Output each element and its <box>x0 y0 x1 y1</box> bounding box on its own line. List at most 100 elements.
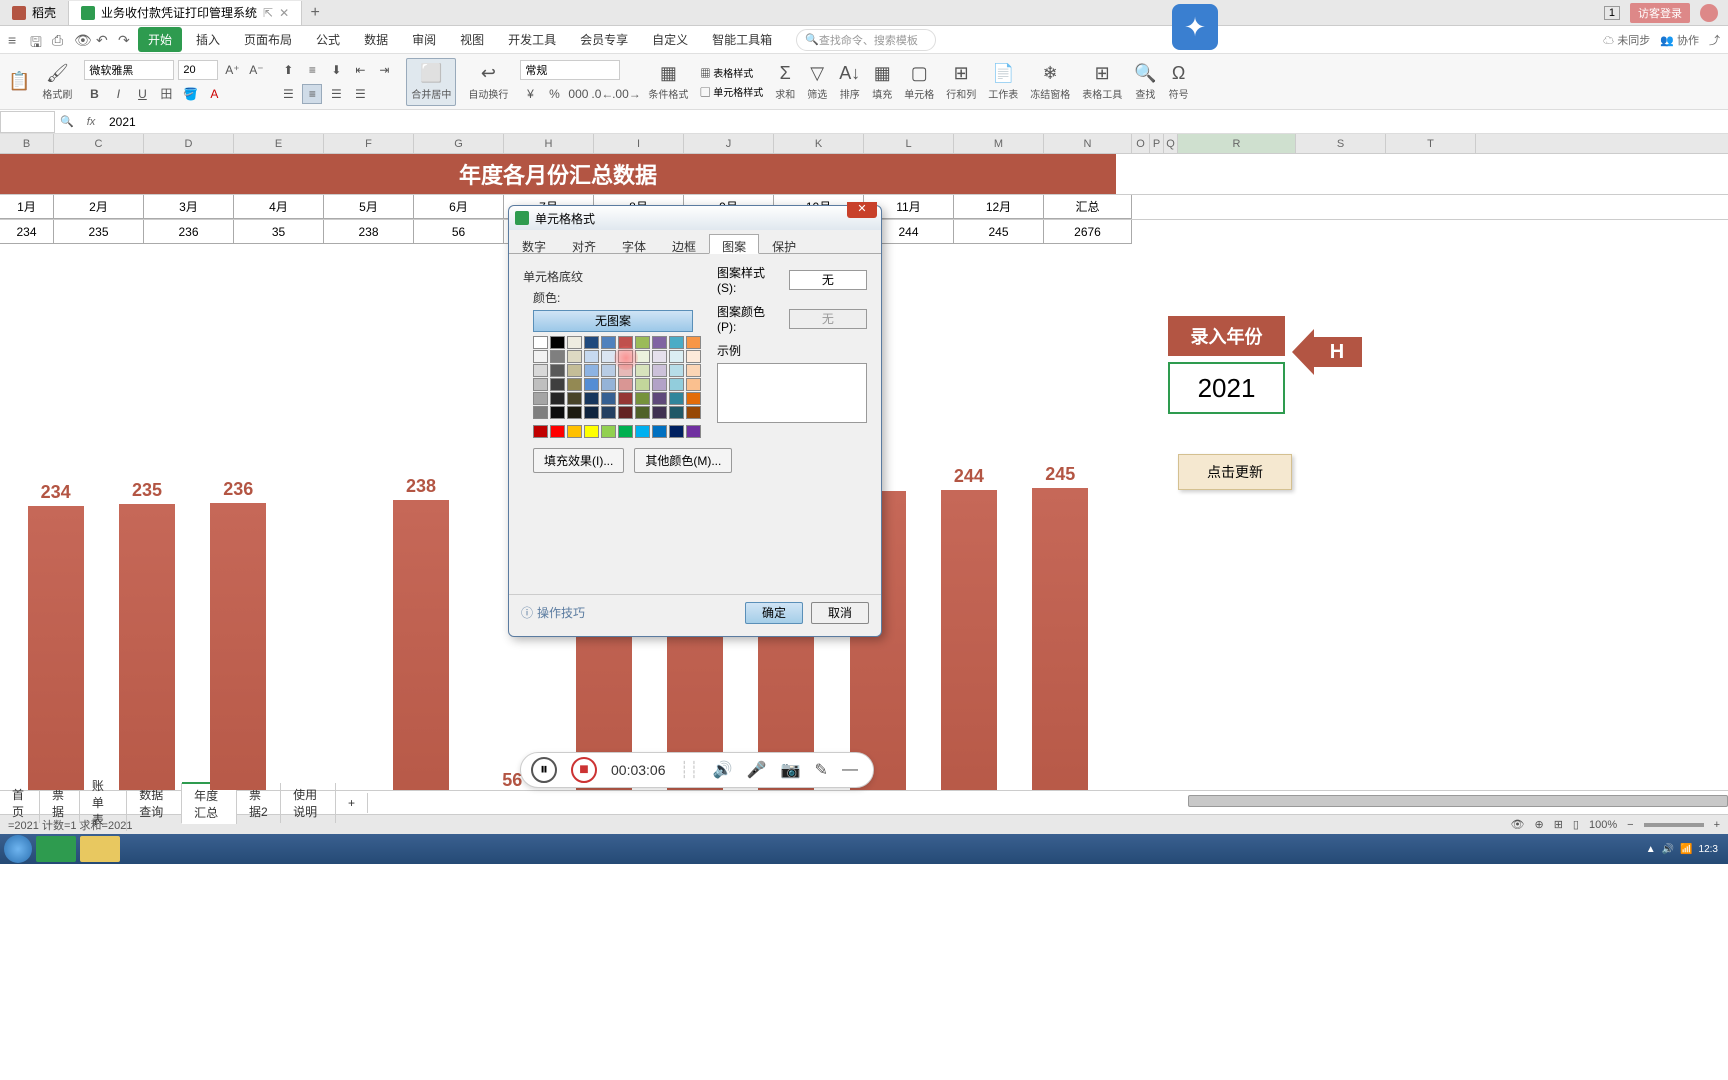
col-header-K[interactable]: K <box>774 134 864 153</box>
color-swatch[interactable] <box>550 350 565 363</box>
col-header-F[interactable]: F <box>324 134 414 153</box>
col-header-M[interactable]: M <box>954 134 1044 153</box>
color-swatch[interactable] <box>567 336 582 349</box>
sort[interactable]: A↓排序 <box>839 63 860 101</box>
menu-dev[interactable]: 开发工具 <box>498 27 566 52</box>
color-swatch[interactable] <box>686 350 701 363</box>
color-swatch[interactable] <box>550 378 565 391</box>
color-swatch[interactable] <box>652 406 667 419</box>
month-header[interactable]: 3月 <box>144 195 234 219</box>
color-swatch[interactable] <box>669 350 684 363</box>
value-cell[interactable]: 235 <box>54 220 144 244</box>
pattern-style-select[interactable]: 无 <box>789 270 867 290</box>
color-swatch[interactable] <box>567 425 582 438</box>
auto-wrap[interactable]: ↩自动换行 <box>468 63 508 101</box>
preview-icon[interactable]: 👁 <box>74 32 90 48</box>
color-swatch[interactable] <box>686 392 701 405</box>
color-swatch[interactable] <box>618 378 633 391</box>
color-swatch[interactable] <box>652 392 667 405</box>
dialog-tab-0[interactable]: 数字 <box>509 234 559 253</box>
more-colors-button[interactable]: 其他颜色(M)... <box>634 448 732 473</box>
start-button[interactable] <box>4 835 32 863</box>
page-icon[interactable]: ▯ <box>1573 818 1579 831</box>
tips-link[interactable]: ⓘ 操作技巧 <box>521 604 585 621</box>
find[interactable]: 🔍查找 <box>1134 63 1156 101</box>
font-color-icon[interactable]: A <box>204 84 224 104</box>
webcam-icon[interactable]: 📷 <box>781 760 801 780</box>
add-tab-button[interactable]: + <box>302 4 328 22</box>
paste-group[interactable]: 📋 <box>8 71 30 92</box>
indent-dec-icon[interactable]: ⇤ <box>350 60 370 80</box>
color-swatch[interactable] <box>601 336 616 349</box>
italic-icon[interactable]: I <box>108 84 128 104</box>
color-swatch[interactable] <box>584 392 599 405</box>
color-swatch[interactable] <box>618 364 633 377</box>
color-swatch[interactable] <box>533 350 548 363</box>
dialog-tab-1[interactable]: 对齐 <box>559 234 609 253</box>
border-icon[interactable]: 田 <box>156 84 176 104</box>
task-wps[interactable] <box>36 836 76 862</box>
fill-effects-button[interactable]: 填充效果(I)... <box>533 448 624 473</box>
value-cell[interactable]: 2676 <box>1044 220 1132 244</box>
tab-document[interactable]: 业务收付款凭证打印管理系统 ⇱ ✕ <box>69 1 302 25</box>
month-header[interactable]: 12月 <box>954 195 1044 219</box>
cell-style[interactable]: ▢ 单元格样式 <box>700 84 763 99</box>
share-button[interactable]: ⤴ <box>1709 32 1720 48</box>
no-pattern-button[interactable]: 无图案 <box>533 310 693 332</box>
color-swatch[interactable] <box>669 392 684 405</box>
align-left-icon[interactable]: ☰ <box>278 84 298 104</box>
color-swatch[interactable] <box>550 425 565 438</box>
view-icon[interactable]: 👁 <box>1511 818 1525 831</box>
align-middle-icon[interactable]: ≡ <box>302 60 322 80</box>
color-swatch[interactable] <box>533 378 548 391</box>
col-header-Q[interactable]: Q <box>1164 134 1178 153</box>
color-swatch[interactable] <box>618 392 633 405</box>
color-swatch[interactable] <box>635 392 650 405</box>
value-cell[interactable]: 35 <box>234 220 324 244</box>
col-header-P[interactable]: P <box>1150 134 1164 153</box>
color-swatch[interactable] <box>669 425 684 438</box>
month-header[interactable]: 4月 <box>234 195 324 219</box>
col-header-C[interactable]: C <box>54 134 144 153</box>
color-swatch[interactable] <box>652 364 667 377</box>
color-swatch[interactable] <box>635 350 650 363</box>
menu-data[interactable]: 数据 <box>354 27 398 52</box>
stop-button[interactable]: ■ <box>571 757 597 783</box>
pattern-color-select[interactable]: 无 <box>789 309 867 329</box>
command-search[interactable]: 🔍 查找命令、搜索模板 <box>796 29 936 51</box>
col-header-E[interactable]: E <box>234 134 324 153</box>
color-swatch[interactable] <box>601 364 616 377</box>
color-swatch[interactable] <box>635 406 650 419</box>
color-swatch[interactable] <box>669 364 684 377</box>
bold-icon[interactable]: B <box>84 84 104 104</box>
color-swatch[interactable] <box>635 336 650 349</box>
zoom-icon[interactable]: 🔍 <box>55 115 79 128</box>
align-right-icon[interactable]: ☰ <box>326 84 346 104</box>
color-swatch[interactable] <box>567 406 582 419</box>
tab-home[interactable]: 稻壳 <box>0 1 69 25</box>
fill-color-icon[interactable]: 🪣 <box>180 84 200 104</box>
assistant-overlay-icon[interactable] <box>1172 4 1218 50</box>
increase-font-icon[interactable]: A⁺ <box>222 60 242 80</box>
table-style[interactable]: ▦ 表格样式 <box>700 65 763 80</box>
collab-button[interactable]: 👥 协作 <box>1660 32 1699 48</box>
menu-formula[interactable]: 公式 <box>306 27 350 52</box>
login-button[interactable]: 访客登录 <box>1630 3 1690 23</box>
cell[interactable]: ▢单元格 <box>904 63 934 101</box>
menu-start[interactable]: 开始 <box>138 27 182 52</box>
col-header-T[interactable]: T <box>1386 134 1476 153</box>
color-swatch[interactable] <box>584 336 599 349</box>
dialog-tab-4[interactable]: 图案 <box>709 234 759 254</box>
align-bottom-icon[interactable]: ⬇ <box>326 60 346 80</box>
month-header[interactable]: 5月 <box>324 195 414 219</box>
dialog-tab-2[interactable]: 字体 <box>609 234 659 253</box>
ok-button[interactable]: 确定 <box>745 602 803 624</box>
align-top-icon[interactable]: ⬆ <box>278 60 298 80</box>
pause-button[interactable]: ⏸ <box>531 757 557 783</box>
reading-icon[interactable]: ⊕ <box>1534 818 1543 831</box>
col-header-L[interactable]: L <box>864 134 954 153</box>
zoom-slider[interactable] <box>1644 823 1704 827</box>
value-cell[interactable]: 245 <box>954 220 1044 244</box>
color-swatch[interactable] <box>686 336 701 349</box>
percent-icon[interactable]: % <box>544 84 564 104</box>
